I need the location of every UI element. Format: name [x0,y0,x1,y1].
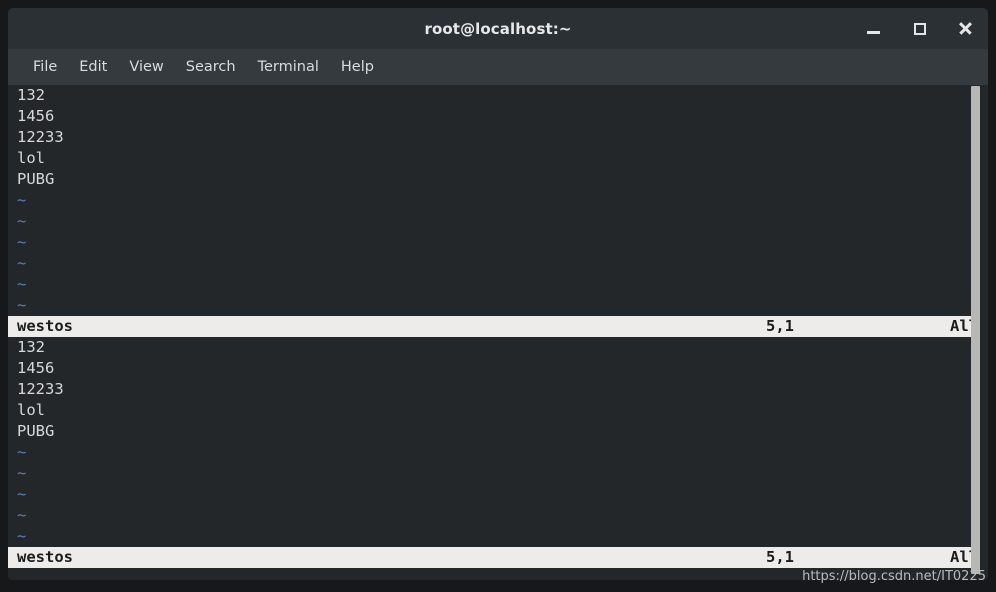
statusline-position: 5,1 [766,548,794,566]
empty-line-marker: ~ [17,275,27,293]
menu-item-terminal[interactable]: Terminal [247,57,330,77]
maximize-button[interactable] [911,20,928,37]
terminal-line: 12233 [17,128,64,146]
terminal-line: 132 [17,86,45,104]
menu-item-file[interactable]: File [22,57,68,77]
empty-line-marker: ~ [17,191,27,209]
vim-statusline-top: westos 5,1 All [8,316,983,337]
empty-line-marker: ~ [17,212,27,230]
terminal-screen[interactable]: 132 1456 12233 lol PUBG ~ ~ ~ ~ ~ ~ west… [8,85,988,580]
statusline-filename: westos [17,317,73,335]
minimize-icon [867,30,880,34]
window-controls [865,8,974,49]
menu-item-view[interactable]: View [118,57,174,77]
empty-line-marker: ~ [17,233,27,251]
close-button[interactable] [957,20,974,37]
vim-statusline-bottom: westos 5,1 All [8,547,983,568]
empty-line-marker: ~ [17,506,27,524]
empty-line-marker: ~ [17,485,27,503]
titlebar[interactable]: root@localhost:~ [8,8,988,49]
menu-item-edit[interactable]: Edit [68,57,118,77]
terminal-line: 1456 [17,358,988,379]
terminal-line: PUBG [17,422,55,440]
empty-line-marker: ~ [17,296,27,314]
vim-pane-top: 132 1456 12233 lol PUBG ~ ~ ~ ~ ~ ~ west… [8,85,988,337]
statusline-position: 5,1 [766,317,794,335]
menu-item-search[interactable]: Search [175,57,247,77]
terminal-window: root@localhost:~ File Edit View Search T… [0,0,996,592]
empty-line-marker: ~ [17,464,27,482]
terminal-line: 132 [17,337,988,358]
empty-line-marker: ~ [17,443,27,461]
statusline-filename: westos [17,548,73,566]
terminal-line: 1456 [17,107,55,125]
vim-pane-bottom: 132 1456 12233 lol PUBG ~ ~ ~ ~ ~ westos… [8,337,988,568]
menubar: File Edit View Search Terminal Help [8,49,988,85]
terminal-line: 12233 [17,379,988,400]
scrollbar-thumb[interactable] [971,86,980,574]
terminal-line: lol [17,400,988,421]
close-icon [958,21,973,36]
terminal-line: PUBG [17,170,55,188]
minimize-button[interactable] [865,20,882,37]
terminal-content: 132 1456 12233 lol PUBG ~ ~ ~ ~ ~ ~ west… [8,85,988,580]
empty-line-marker: ~ [17,254,27,272]
maximize-icon [913,22,926,35]
empty-line-marker: ~ [17,527,27,545]
scrollbar-track[interactable] [971,85,984,580]
window-title: root@localhost:~ [424,19,572,38]
menu-item-help[interactable]: Help [330,57,385,77]
terminal-line: lol [17,149,45,167]
